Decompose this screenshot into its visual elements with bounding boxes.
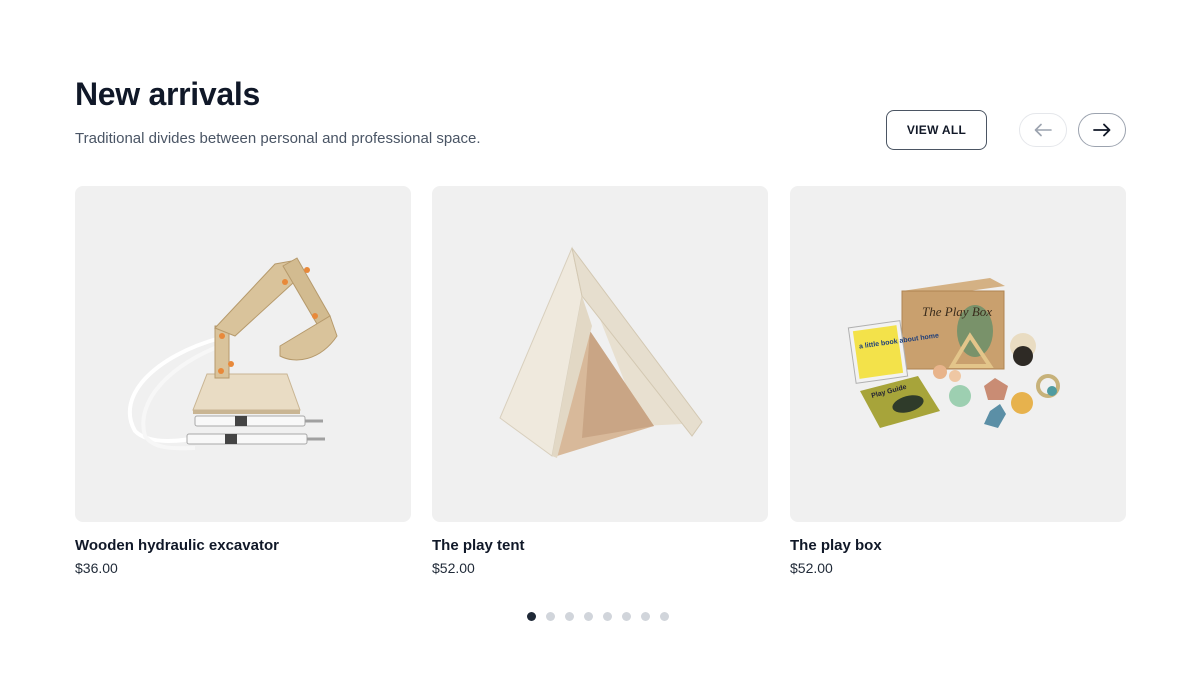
product-image-playbox[interactable]: The Play Box a little book about home Pl… — [790, 186, 1126, 522]
play-box-image: The Play Box a little book about home Pl… — [847, 278, 1060, 428]
play-tent-image — [499, 246, 703, 458]
pagination-dot[interactable] — [584, 612, 593, 621]
product-name[interactable]: Wooden hydraulic excavator — [75, 537, 411, 554]
product-image-tent[interactable] — [432, 186, 768, 522]
pagination-dot[interactable] — [565, 612, 574, 621]
box-title-text: The Play Box — [922, 304, 992, 319]
pagination-dot[interactable] — [660, 612, 669, 621]
product-price: $52.00 — [790, 560, 833, 576]
view-all-button[interactable]: VIEW ALL — [886, 110, 987, 150]
pagination-dot[interactable] — [527, 612, 536, 621]
product-name[interactable]: The play tent — [432, 537, 768, 554]
section-subtitle: Traditional divides between personal and… — [75, 130, 481, 147]
carousel-next-button[interactable] — [1078, 113, 1126, 147]
excavator-toy-image — [127, 257, 338, 451]
product-image-excavator[interactable] — [75, 186, 411, 522]
pagination-dot[interactable] — [622, 612, 631, 621]
product-name[interactable]: The play box — [790, 537, 1126, 554]
product-card[interactable]: The Play Box a little book about home Pl… — [790, 186, 1126, 576]
arrow-left-icon — [1034, 123, 1052, 137]
carousel-pagination — [527, 612, 669, 621]
product-card[interactable]: The play tent $52.00 — [432, 186, 768, 576]
new-arrivals-section: New arrivals Traditional divides between… — [0, 0, 1200, 700]
pagination-dot[interactable] — [641, 612, 650, 621]
product-price: $52.00 — [432, 560, 475, 576]
carousel-prev-button[interactable] — [1019, 113, 1067, 147]
product-price: $36.00 — [75, 560, 118, 576]
pagination-dot[interactable] — [546, 612, 555, 621]
section-title: New arrivals — [75, 76, 260, 112]
arrow-right-icon — [1093, 123, 1111, 137]
product-card[interactable]: Wooden hydraulic excavator $36.00 — [75, 186, 411, 576]
pagination-dot[interactable] — [603, 612, 612, 621]
